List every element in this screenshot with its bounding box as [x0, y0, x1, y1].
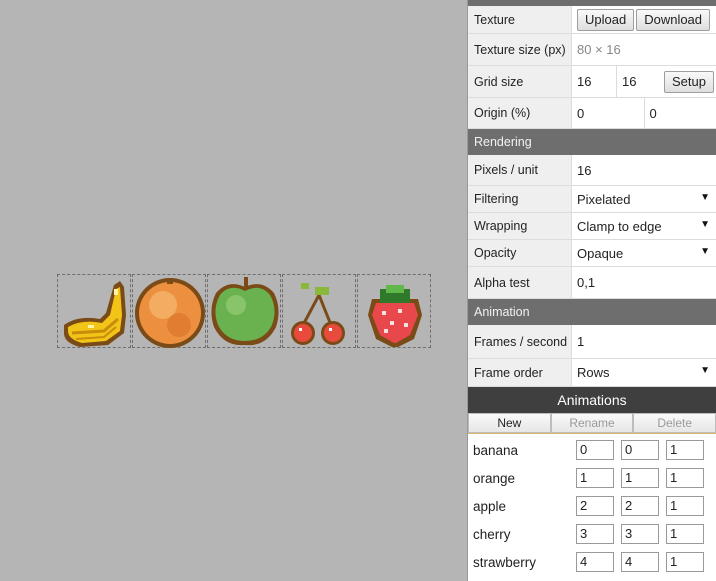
filtering-label: Filtering: [468, 186, 572, 212]
texture-size-row: Texture size (px) 80 × 16: [468, 34, 716, 66]
orange-sprite: [135, 278, 205, 348]
animation-speed-field[interactable]: 1: [666, 440, 704, 460]
pixels-per-unit-label: Pixels / unit: [468, 155, 572, 185]
banana-sprite: [64, 281, 126, 347]
animation-row[interactable]: orange 1 1 1: [468, 464, 716, 492]
animation-end-field[interactable]: 3: [621, 524, 659, 544]
pixels-per-unit-row: Pixels / unit 16: [468, 155, 716, 186]
grid-height-field[interactable]: 16: [616, 66, 662, 97]
wrapping-value: Clamp to edge: [577, 218, 662, 234]
animation-end-field[interactable]: 2: [621, 496, 659, 516]
rename-animation-button[interactable]: Rename: [550, 413, 634, 433]
animation-speed-field[interactable]: 1: [666, 552, 704, 572]
animation-name: cherry: [473, 526, 511, 542]
filtering-select[interactable]: Pixelated ▼: [572, 186, 716, 212]
frame-order-select[interactable]: Rows ▼: [572, 359, 716, 386]
animation-start-field[interactable]: 2: [576, 496, 614, 516]
sprite-cell-strawberry[interactable]: [357, 274, 431, 348]
filtering-row: Filtering Pixelated ▼: [468, 186, 716, 213]
animations-list: banana 0 0 1 orange 1 1 1 apple 2 2 1 ch…: [468, 434, 716, 576]
alpha-test-label: Alpha test: [468, 267, 572, 298]
alpha-test-field[interactable]: 0,1: [572, 267, 716, 298]
grid-width-field[interactable]: 16: [572, 74, 616, 89]
grid-size-label: Grid size: [468, 66, 572, 97]
opacity-select[interactable]: Opaque ▼: [572, 240, 716, 266]
animation-name: banana: [473, 442, 519, 458]
sprite-cell-cherry[interactable]: [282, 274, 356, 348]
animation-row[interactable]: banana 0 0 1: [468, 436, 716, 464]
opacity-row: Opacity Opaque ▼: [468, 240, 716, 267]
opacity-label: Opacity: [468, 240, 572, 266]
texture-size-label: Texture size (px): [468, 34, 572, 65]
cherry-sprite: [291, 283, 345, 345]
animation-section-header[interactable]: Animation: [468, 299, 716, 325]
animation-start-field[interactable]: 3: [576, 524, 614, 544]
origin-y-field[interactable]: 0: [643, 98, 716, 128]
texture-label: Texture: [468, 6, 572, 33]
strawberry-sprite: [368, 285, 422, 347]
frames-per-second-field[interactable]: 1: [572, 325, 716, 358]
dropdown-arrow-icon: ▼: [700, 218, 710, 230]
grid-setup-button[interactable]: Setup: [664, 70, 714, 93]
sprite-viewport[interactable]: [0, 0, 467, 581]
texture-size-value: 80 × 16: [577, 42, 621, 57]
animation-name: orange: [473, 470, 516, 486]
texture-row: Texture Upload Download: [468, 6, 716, 34]
delete-animation-button[interactable]: Delete: [633, 413, 716, 433]
animations-toolbar: New Rename Delete: [468, 413, 716, 434]
animations-header: Animations: [468, 387, 716, 413]
frame-order-row: Frame order Rows ▼: [468, 359, 716, 387]
grid-size-row: Grid size 16 16 Setup: [468, 66, 716, 98]
animation-end-field[interactable]: 0: [621, 440, 659, 460]
dropdown-arrow-icon: ▼: [700, 365, 710, 376]
upload-button[interactable]: Upload: [577, 8, 635, 31]
animation-speed-field[interactable]: 1: [666, 524, 704, 544]
rendering-section-header[interactable]: Rendering: [468, 129, 716, 155]
dropdown-arrow-icon: ▼: [700, 245, 710, 257]
pixels-per-unit-field[interactable]: 16: [572, 155, 716, 185]
frame-order-value: Rows: [577, 365, 610, 380]
animation-name: apple: [473, 498, 507, 514]
new-animation-button[interactable]: New: [468, 413, 551, 433]
alpha-test-row: Alpha test 0,1: [468, 267, 716, 299]
dropdown-arrow-icon: ▼: [700, 191, 710, 203]
apple-sprite: [211, 277, 279, 346]
animation-end-field[interactable]: 4: [621, 552, 659, 572]
frames-per-second-row: Frames / second 1: [468, 325, 716, 359]
origin-row: Origin (%) 0 0: [468, 98, 716, 129]
download-button[interactable]: Download: [636, 8, 711, 31]
sprite-cell-apple[interactable]: [207, 274, 281, 348]
wrapping-row: Wrapping Clamp to edge ▼: [468, 213, 716, 240]
sprite-cell-banana[interactable]: [57, 274, 131, 348]
properties-panel: Texture Upload Download Texture size (px…: [467, 0, 716, 581]
animation-start-field[interactable]: 0: [576, 440, 614, 460]
frames-per-second-label: Frames / second: [468, 325, 572, 358]
animation-row[interactable]: apple 2 2 1: [468, 492, 716, 520]
opacity-value: Opaque: [577, 245, 624, 261]
animation-row[interactable]: strawberry 4 4 1: [468, 548, 716, 576]
wrapping-select[interactable]: Clamp to edge ▼: [572, 213, 716, 239]
animation-speed-field[interactable]: 1: [666, 496, 704, 516]
sprite-cell-orange[interactable]: [132, 274, 206, 348]
animation-end-field[interactable]: 1: [621, 468, 659, 488]
frame-order-label: Frame order: [468, 359, 572, 386]
origin-x-field[interactable]: 0: [572, 98, 644, 128]
origin-label: Origin (%): [468, 98, 572, 128]
wrapping-label: Wrapping: [468, 213, 572, 239]
animation-row[interactable]: cherry 3 3 1: [468, 520, 716, 548]
animation-start-field[interactable]: 4: [576, 552, 614, 572]
filtering-value: Pixelated: [577, 191, 631, 207]
animation-speed-field[interactable]: 1: [666, 468, 704, 488]
animation-start-field[interactable]: 1: [576, 468, 614, 488]
animation-name: strawberry: [473, 554, 537, 570]
